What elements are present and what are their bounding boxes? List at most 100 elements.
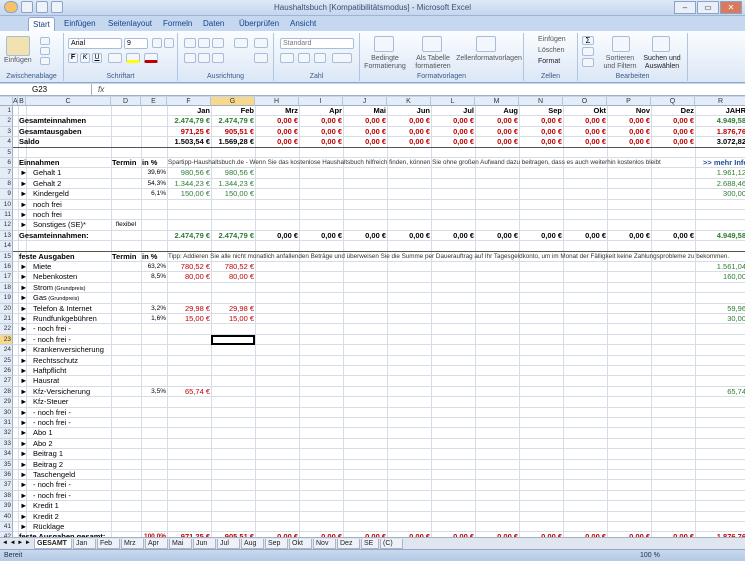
summary-value[interactable]: 0,00 € — [344, 116, 386, 126]
column-header-d[interactable]: D — [111, 97, 141, 106]
income-header[interactable]: Einnahmen — [19, 158, 119, 168]
income-total-value[interactable]: 0,00 € — [520, 231, 562, 241]
month-header[interactable]: Jul — [432, 106, 474, 116]
row-header-24[interactable]: 24 — [0, 345, 13, 356]
format-as-table-label[interactable]: Als Tabelle formatieren — [410, 55, 456, 71]
expense-row-label[interactable]: Kfz-Steuer — [27, 397, 111, 407]
cut-icon[interactable] — [40, 37, 50, 45]
expense-row-label[interactable]: Abo 1 — [27, 428, 111, 438]
income-pct[interactable]: 54,3% — [142, 179, 166, 189]
summary-value[interactable]: 0,00 € — [564, 137, 606, 147]
month-header[interactable]: Jan — [168, 106, 210, 116]
expense-jan[interactable]: 65,74 € — [168, 387, 210, 397]
sort-filter-icon[interactable] — [612, 36, 630, 52]
zoom-level[interactable]: 100 % — [640, 550, 660, 561]
summary-value[interactable]: 0,00 € — [476, 116, 518, 126]
month-header[interactable]: Mrz — [256, 106, 298, 116]
income-total-value[interactable]: 0,00 € — [652, 231, 694, 241]
sheet-tab-mrz[interactable]: Mrz — [121, 539, 144, 549]
summary-label[interactable]: Gesamteinnahmen — [19, 116, 159, 126]
fill-icon[interactable] — [582, 47, 594, 56]
income-row-label[interactable]: Gehalt 2 — [27, 179, 111, 189]
expense-feb[interactable]: 29,98 € — [212, 304, 254, 314]
close-button[interactable]: ✕ — [720, 1, 742, 14]
maximize-button[interactable]: ▭ — [697, 1, 719, 14]
row-header-8[interactable]: 8 — [0, 178, 13, 190]
row-header-9[interactable]: 9 — [0, 189, 13, 200]
month-header[interactable]: Aug — [476, 106, 518, 116]
summary-value[interactable]: 4.949,58 — [696, 116, 745, 126]
delete-cells-button[interactable]: Löschen — [538, 47, 564, 54]
summary-value[interactable]: 0,00 € — [652, 116, 694, 126]
row-header-18[interactable]: 18 — [0, 282, 13, 294]
row-header-34[interactable]: 34 — [0, 449, 13, 460]
more-info-link[interactable]: >> mehr Info — [696, 158, 745, 168]
name-box[interactable]: G23 — [0, 84, 92, 96]
income-row-label[interactable]: noch frei — [27, 200, 111, 210]
column-header-c[interactable]: C — [26, 97, 111, 106]
row-header-5[interactable]: 5 — [0, 147, 13, 158]
align-center-icon[interactable] — [198, 53, 210, 63]
column-header-i[interactable]: I — [299, 97, 343, 106]
sheet-tab-dez[interactable]: Dez — [337, 539, 360, 549]
sheet-tab-okt[interactable]: Okt — [289, 539, 312, 549]
decimal-icon[interactable] — [332, 53, 352, 63]
border-icon[interactable] — [108, 53, 122, 63]
row-header-32[interactable]: 32 — [0, 428, 13, 439]
row-header-6[interactable]: 6 — [0, 158, 13, 169]
summary-value[interactable]: 0,00 € — [564, 116, 606, 126]
month-header[interactable]: Dez — [652, 106, 694, 116]
income-jan[interactable]: 980,56 € — [168, 168, 210, 178]
orientation-icon[interactable] — [234, 38, 248, 48]
column-header-l[interactable]: L — [431, 97, 475, 106]
sheet-tab-mai[interactable]: Mai — [169, 539, 192, 549]
tab-daten[interactable]: Daten — [199, 17, 228, 31]
termin-header[interactable]: Termin — [112, 252, 140, 262]
income-total-value[interactable]: 2.474,79 € — [168, 231, 210, 241]
expense-row-label[interactable]: Rechtsschutz — [27, 356, 111, 366]
summary-value[interactable]: 0,00 € — [520, 127, 562, 137]
expense-row-label[interactable]: Kredit 2 — [27, 512, 111, 522]
income-total-value[interactable]: 0,00 € — [564, 231, 606, 241]
expense-jan[interactable]: 29,98 € — [168, 304, 210, 314]
sheet-tab-sep[interactable]: Sep — [265, 539, 288, 549]
expense-row-label[interactable]: Hausrat — [27, 376, 111, 386]
row-header-20[interactable]: 20 — [0, 303, 13, 314]
expense-row-label[interactable]: Kfz-Versicherung — [27, 387, 111, 397]
row-header-39[interactable]: 39 — [0, 501, 13, 512]
row-header-37[interactable]: 37 — [0, 480, 13, 491]
column-header-r[interactable]: R — [695, 97, 745, 106]
income-feb[interactable]: 980,56 € — [212, 168, 254, 178]
expense-year[interactable]: 65,74 — [696, 387, 745, 397]
summary-value[interactable]: 0,00 € — [388, 127, 430, 137]
summary-value[interactable]: 0,00 € — [520, 137, 562, 147]
row-header-38[interactable]: 38 — [0, 490, 13, 502]
row-header-27[interactable]: 27 — [0, 376, 13, 387]
income-feb[interactable]: 150,00 € — [212, 189, 254, 199]
month-header[interactable]: Mai — [344, 106, 386, 116]
font-name-select[interactable]: Arial — [68, 38, 122, 49]
format-painter-icon[interactable] — [40, 57, 50, 65]
percent-icon[interactable] — [298, 53, 310, 63]
formula-input[interactable] — [112, 85, 742, 95]
selected-cell[interactable] — [211, 334, 255, 346]
grow-font-icon[interactable] — [152, 38, 162, 48]
month-header[interactable]: JAHR — [696, 106, 745, 116]
income-termin[interactable]: flexibel — [112, 220, 140, 230]
thousands-icon[interactable] — [314, 53, 326, 63]
sheet-tab-se[interactable]: SE — [361, 539, 379, 549]
expense-feb[interactable]: 15,00 € — [212, 314, 254, 324]
row-header-11[interactable]: 11 — [0, 210, 13, 221]
row-header-36[interactable]: 36 — [0, 470, 13, 481]
summary-value[interactable]: 1.876,76 — [696, 127, 745, 137]
summary-value[interactable]: 0,00 € — [344, 137, 386, 147]
align-left-icon[interactable] — [184, 53, 196, 63]
row-header-17[interactable]: 17 — [0, 272, 13, 283]
summary-value[interactable]: 0,00 € — [476, 137, 518, 147]
row-header-12[interactable]: 12 — [0, 220, 13, 231]
tab-ueberpruefen[interactable]: Überprüfen — [235, 17, 283, 31]
expense-jan[interactable]: 80,00 € — [168, 272, 210, 282]
summary-value[interactable]: 0,00 € — [432, 116, 474, 126]
income-jan[interactable]: 1.344,23 € — [168, 179, 210, 189]
underline-icon[interactable]: U — [92, 53, 102, 63]
